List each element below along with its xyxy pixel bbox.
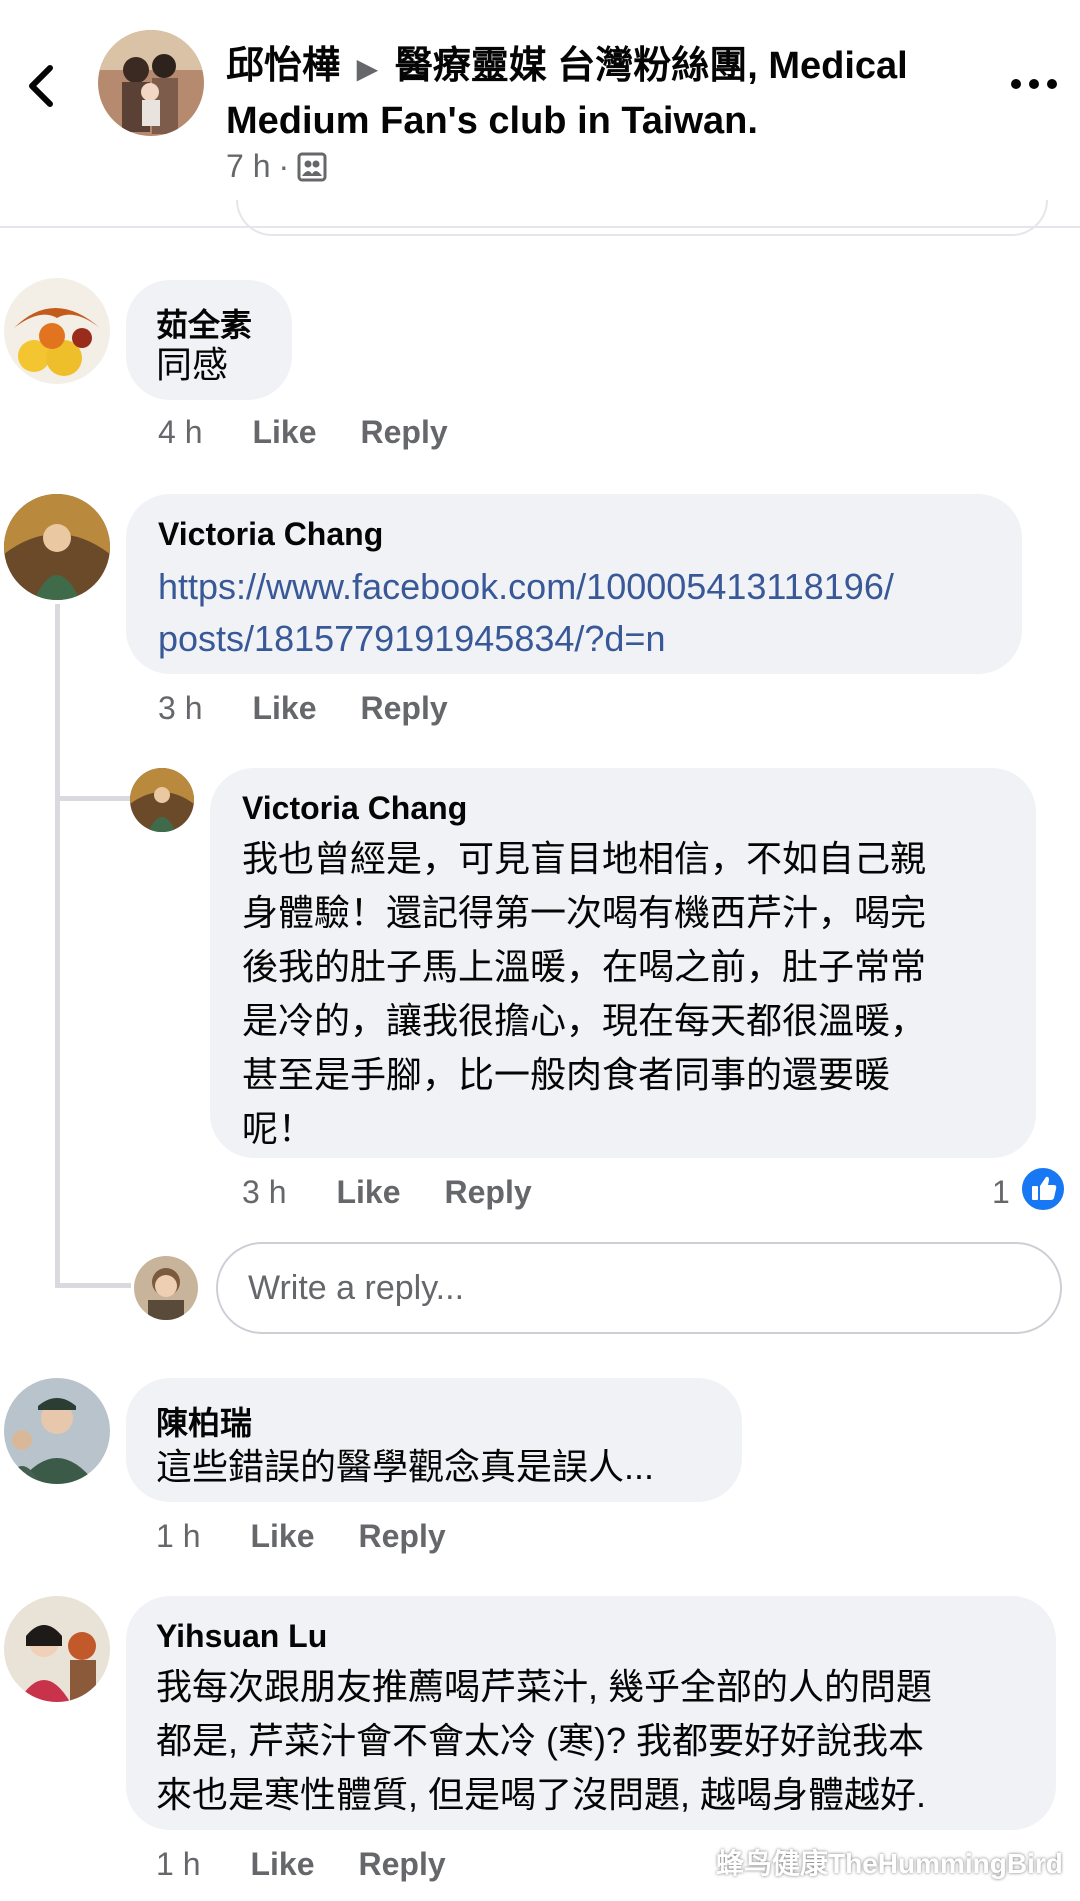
comment-bubble: 陳柏瑞 這些錯誤的醫學觀念真是誤人... bbox=[126, 1378, 742, 1502]
comment-author[interactable]: Yihsuan Lu bbox=[156, 1618, 327, 1655]
comment-actions: 3 h Like Reply bbox=[158, 690, 448, 727]
like-button[interactable]: Like bbox=[250, 1518, 314, 1555]
avatar[interactable] bbox=[4, 494, 110, 600]
avatar[interactable] bbox=[130, 768, 194, 832]
comment-text-line: 身體驗！還記得第一次喝有機西芹汁，喝完 bbox=[242, 892, 927, 933]
like-button[interactable]: Like bbox=[252, 690, 316, 727]
group-members-icon bbox=[297, 152, 327, 181]
meta-separator: · bbox=[278, 148, 290, 184]
watermark-text: 蜂鸟健康TheHummingBird bbox=[716, 1848, 1063, 1879]
thread-line bbox=[55, 604, 60, 1288]
current-user-avatar bbox=[134, 1256, 198, 1320]
comment-text-line: 我每次跟朋友推薦喝芹菜汁, 幾乎全部的人的問題 bbox=[156, 1666, 933, 1707]
poster-avatar[interactable] bbox=[98, 30, 204, 136]
comment-time[interactable]: 1 h bbox=[156, 1518, 200, 1555]
comment-text-line: 我也曾經是，可見盲目地相信，不如自己親 bbox=[242, 838, 927, 879]
reply-button[interactable]: Reply bbox=[359, 1518, 446, 1555]
reply-button[interactable]: Reply bbox=[361, 690, 448, 727]
arrow-icon: ▶ bbox=[356, 53, 379, 84]
thread-branch bbox=[55, 796, 131, 801]
post-meta: 7 h · bbox=[226, 148, 327, 185]
post-time[interactable]: 7 h bbox=[226, 148, 270, 185]
comment-text-line: 呢！ bbox=[242, 1108, 315, 1149]
reply-bubble: Victoria Chang 我也曾經是，可見盲目地相信，不如自己親 身體驗！還… bbox=[210, 768, 1036, 1158]
comment-text-line: 是冷的，讓我很擔心，現在每天都很溫暖， bbox=[242, 1000, 927, 1041]
comment-text-line: 都是, 芹菜汁會不會太冷 (寒)? 我都要好好說我本 bbox=[156, 1720, 925, 1761]
comment-link[interactable]: posts/1815779191945834/?d=n bbox=[158, 612, 665, 666]
comment-text-line: 後我的肚子馬上溫暖，在喝之前，肚子常常 bbox=[242, 946, 927, 987]
comment-actions: 4 h Like Reply bbox=[158, 414, 448, 451]
poster-name[interactable]: 邱怡樺 bbox=[226, 45, 340, 87]
reply-button[interactable]: Reply bbox=[361, 414, 448, 451]
comment-bubble: Victoria Chang https://www.facebook.com/… bbox=[126, 494, 1022, 674]
like-button[interactable]: Like bbox=[252, 414, 316, 451]
post-title: 邱怡樺 ▶ 醫療靈媒 台灣粉絲團, Medical Medium Fan's c… bbox=[226, 40, 1006, 147]
reply-placeholder: Write a reply... bbox=[248, 1268, 465, 1307]
reply-button[interactable]: Reply bbox=[445, 1174, 532, 1211]
avatar[interactable] bbox=[4, 1378, 110, 1484]
comment-time[interactable]: 3 h bbox=[242, 1174, 286, 1211]
like-button[interactable]: Like bbox=[336, 1174, 400, 1211]
comment-link[interactable]: https://www.facebook.com/100005413118196… bbox=[158, 560, 894, 614]
comment-author[interactable]: Victoria Chang bbox=[158, 516, 383, 553]
previous-content-edge bbox=[236, 200, 1048, 236]
reaction-count[interactable]: 1 bbox=[992, 1174, 1010, 1211]
comment-actions: 1 h Like Reply bbox=[156, 1846, 446, 1883]
comment-time[interactable]: 3 h bbox=[158, 690, 202, 727]
reply-input[interactable]: Write a reply... bbox=[216, 1242, 1062, 1334]
more-options-button[interactable] bbox=[1004, 64, 1064, 104]
comment-author[interactable]: 陳柏瑞 bbox=[156, 1398, 252, 1444]
comment-author[interactable]: Victoria Chang bbox=[242, 790, 467, 827]
chevron-left-icon bbox=[29, 65, 53, 107]
thumbs-up-icon bbox=[1020, 1166, 1066, 1212]
wechat-icon bbox=[660, 1845, 708, 1878]
comment-text-line: 甚至是手腳，比一般肉食者同事的還要暖 bbox=[242, 1054, 891, 1095]
thread-branch bbox=[55, 1283, 131, 1288]
back-button[interactable] bbox=[14, 56, 74, 116]
like-button[interactable]: Like bbox=[250, 1846, 314, 1883]
comment-time[interactable]: 1 h bbox=[156, 1846, 200, 1883]
comment-text: 同感 bbox=[156, 344, 229, 385]
comment-text-line: 來也是寒性體質, 但是喝了沒問題, 越喝身體越好. bbox=[156, 1774, 927, 1815]
comment-bubble: Yihsuan Lu 我每次跟朋友推薦喝芹菜汁, 幾乎全部的人的問題 都是, 芹… bbox=[126, 1596, 1056, 1830]
comment-actions: 3 h Like Reply bbox=[242, 1174, 532, 1211]
avatar[interactable] bbox=[4, 1596, 110, 1702]
reaction-badge[interactable] bbox=[1020, 1166, 1066, 1212]
avatar[interactable] bbox=[4, 278, 110, 384]
comment-actions: 1 h Like Reply bbox=[156, 1518, 446, 1555]
more-horizontal-icon bbox=[1011, 79, 1057, 89]
comment-time[interactable]: 4 h bbox=[158, 414, 202, 451]
post-header: 邱怡樺 ▶ 醫療靈媒 台灣粉絲團, Medical Medium Fan's c… bbox=[0, 0, 1080, 228]
watermark: 蜂鸟健康TheHummingBird bbox=[660, 1842, 1063, 1882]
comment-bubble: 茹全素 同感 bbox=[126, 280, 292, 400]
comment-text: 這些錯誤的醫學觀念真是誤人... bbox=[156, 1446, 655, 1487]
reply-button[interactable]: Reply bbox=[359, 1846, 446, 1883]
